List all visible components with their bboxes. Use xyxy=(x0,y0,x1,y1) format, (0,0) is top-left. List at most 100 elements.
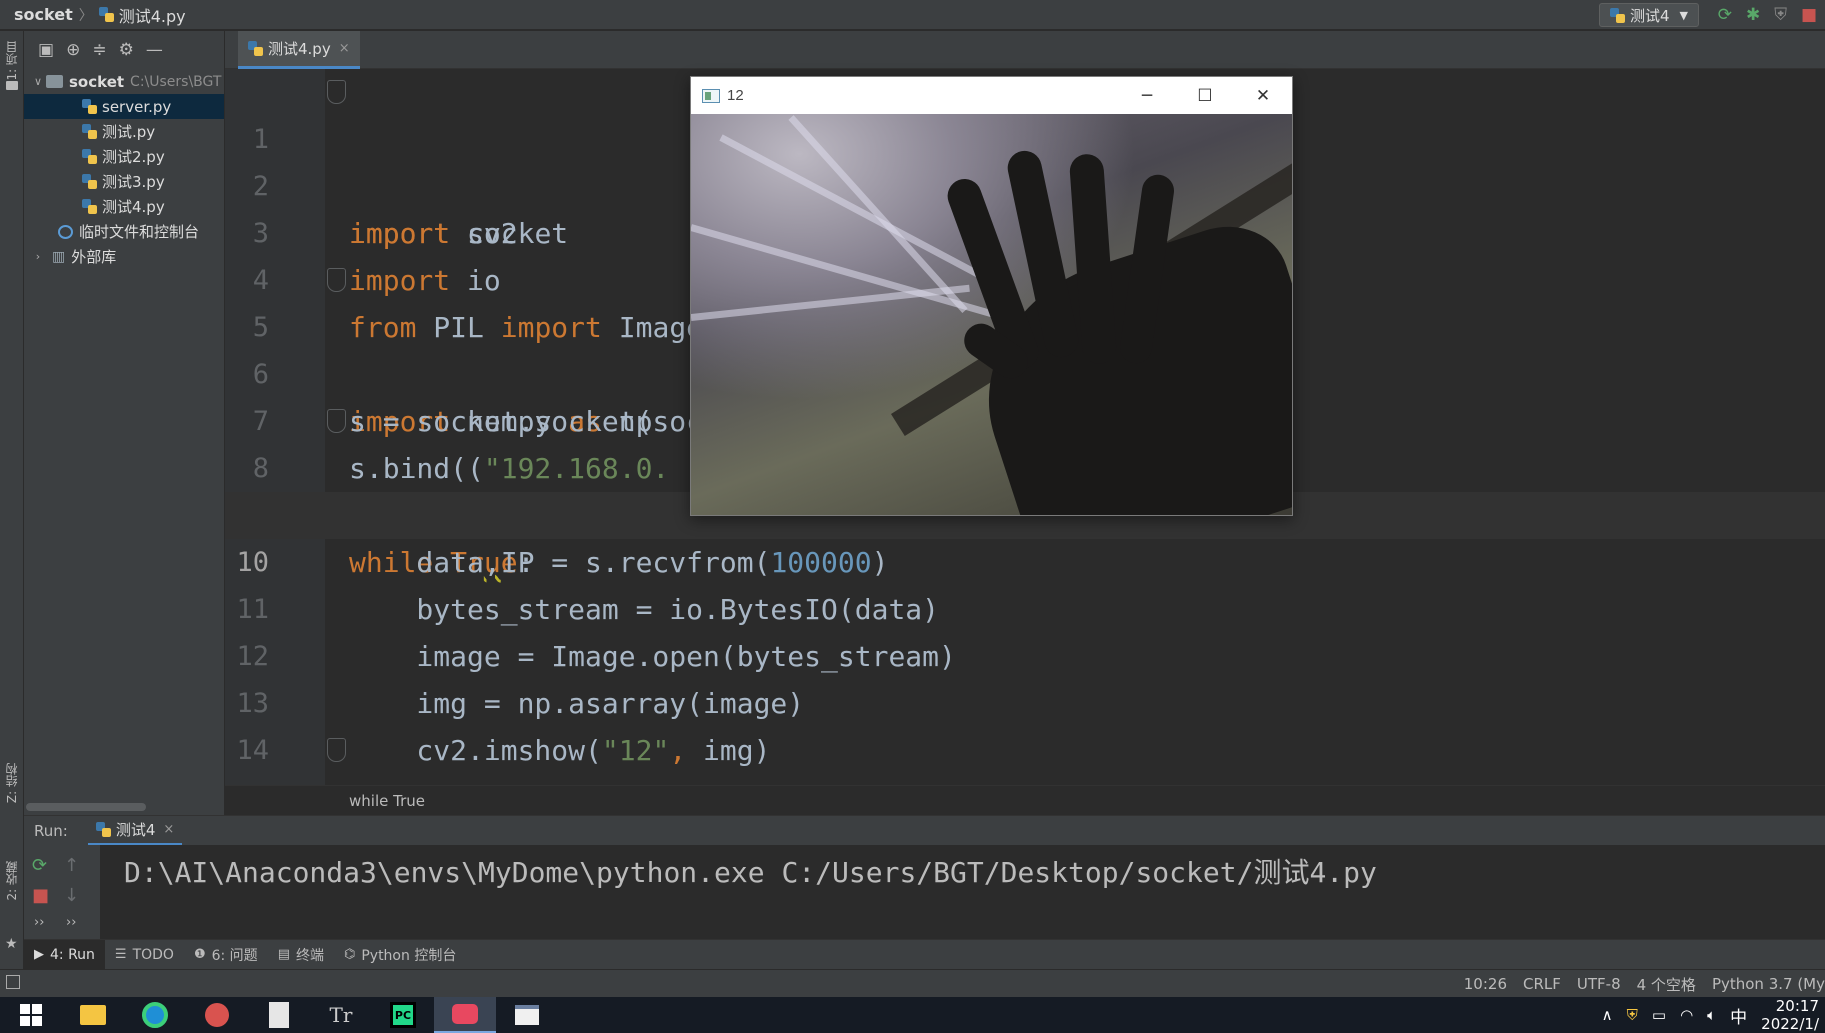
pycharm-icon: PC xyxy=(390,1002,416,1028)
battery-icon[interactable]: ▭ xyxy=(1652,1006,1666,1024)
tree-file-test2[interactable]: 测试2.py xyxy=(24,144,224,169)
tool-window-terminal[interactable]: ▤ 终端 xyxy=(268,940,334,970)
taskbar-opencv-window[interactable] xyxy=(496,997,558,1033)
info-icon: ❶ xyxy=(193,947,206,962)
run-panel-header: Run: 测试4 × xyxy=(24,815,1825,846)
taskbar-calculator[interactable] xyxy=(248,997,310,1033)
tool-window-label: 终端 xyxy=(295,947,324,964)
close-icon[interactable]: × xyxy=(163,822,174,837)
caret-position[interactable]: 10:26 xyxy=(1464,975,1507,993)
code-line: 14 if cv2.waitKey(1)==ord("q"): xyxy=(225,680,1825,785)
panel-toggle-icon[interactable] xyxy=(6,975,20,989)
fold-marker[interactable] xyxy=(327,738,346,762)
breadcrumb: socket 〉 测试4.py xyxy=(0,3,186,27)
line-separator[interactable]: CRLF xyxy=(1523,975,1561,993)
run-tab-label: 测试4 xyxy=(115,820,156,839)
tree-external-libraries[interactable]: › ▥ 外部库 xyxy=(24,244,224,269)
minimize-icon[interactable]: — xyxy=(146,40,163,60)
close-icon[interactable]: × xyxy=(339,41,350,56)
python-interpreter[interactable]: Python 3.7 (My xyxy=(1712,975,1825,993)
folder-icon xyxy=(6,81,18,90)
taskbar-typora[interactable]: Tr xyxy=(310,997,372,1033)
tree-file-label: 测试4.py xyxy=(102,198,165,216)
rerun-icon[interactable]: ⟳ xyxy=(32,855,47,876)
stop-icon[interactable]: ■ xyxy=(1801,5,1817,25)
opencv-window[interactable]: 12 ─ ☐ ✕ xyxy=(690,76,1293,516)
project-tool-button[interactable]: 1: 项目 xyxy=(3,41,20,81)
taskbar-edge[interactable] xyxy=(124,997,186,1033)
tree-root[interactable]: ∨ socket C:\Users\BGT xyxy=(24,69,224,94)
code-breadcrumb-item[interactable]: while True xyxy=(349,792,425,810)
tree-file-test[interactable]: 测试.py xyxy=(24,119,224,144)
indent-setting[interactable]: 4 个空格 xyxy=(1637,974,1696,995)
tree-file-test4[interactable]: 测试4.py xyxy=(24,194,224,219)
tab-label: 测试4.py xyxy=(268,40,331,58)
clock-date: 2022/1/ xyxy=(1761,1015,1819,1033)
taskbar-camera[interactable] xyxy=(434,997,496,1033)
python-file-icon xyxy=(82,174,97,189)
taskbar-app-tool[interactable] xyxy=(186,997,248,1033)
view-options-icon[interactable]: ▣ xyxy=(38,40,54,60)
fold-marker[interactable] xyxy=(327,268,346,292)
chevron-right-icon[interactable]: › xyxy=(30,250,46,263)
tool-window-label: TODO xyxy=(132,946,174,963)
tree-file-test3[interactable]: 测试3.py xyxy=(24,169,224,194)
more-icon[interactable]: ›› xyxy=(66,915,76,930)
tree-file-server[interactable]: server.py xyxy=(24,94,224,119)
stop-icon[interactable]: ■ xyxy=(32,885,49,906)
system-clock[interactable]: 20:17 2022/1/ xyxy=(1761,997,1819,1033)
breadcrumb-project[interactable]: socket xyxy=(14,5,73,24)
code-text: if cv2.waitKey(1)==ord("q"): xyxy=(349,774,888,785)
code-breadcrumb: while True xyxy=(225,785,1825,815)
console-output: D:\AI\Anaconda3\envs\MyDome\python.exe C… xyxy=(124,856,1377,889)
run-console[interactable]: ⟳ ↑ ■ ↓ ›› ›› D:\AI\Anaconda3\envs\MyDom… xyxy=(24,845,1825,939)
minimize-button[interactable]: ─ xyxy=(1118,77,1176,114)
project-toolbar: ▣ ⊕ ≑ ⚙ — xyxy=(24,31,224,69)
taskbar-pycharm[interactable]: PC xyxy=(372,997,434,1033)
more-icon[interactable]: ›› xyxy=(34,915,44,930)
taskbar-explorer[interactable] xyxy=(62,997,124,1033)
coverage-icon[interactable]: ⛨ xyxy=(1774,5,1787,25)
horizontal-scrollbar[interactable] xyxy=(26,803,146,811)
favorites-tool-button[interactable]: 2: 收藏 xyxy=(3,861,20,901)
tree-root-path: C:\Users\BGT xyxy=(130,73,222,90)
locate-file-icon[interactable]: ⊕ xyxy=(66,40,80,60)
run-configuration-label: 测试4 xyxy=(1629,6,1670,25)
tool-window-todo[interactable]: ☰ TODO xyxy=(105,940,184,970)
close-button[interactable]: ✕ xyxy=(1234,77,1292,114)
structure-tool-button[interactable]: Z: 结构 xyxy=(3,763,20,803)
fold-marker[interactable] xyxy=(327,80,346,104)
tree-scratches[interactable]: 临时文件和控制台 xyxy=(24,219,224,244)
volume-icon[interactable]: 🔈︎ xyxy=(1707,1006,1716,1024)
collapse-all-icon[interactable]: ≑ xyxy=(92,40,106,60)
debug-icon[interactable]: ✱ xyxy=(1746,5,1760,25)
breadcrumb-file[interactable]: 测试4.py xyxy=(119,3,186,27)
tool-window-run[interactable]: ▶ 4: Run xyxy=(24,939,105,970)
gear-icon[interactable]: ⚙ xyxy=(119,40,134,60)
windows-logo-icon xyxy=(20,1004,42,1026)
security-icon[interactable]: ⛨ xyxy=(1627,1006,1638,1024)
tool-window-python-console[interactable]: ⌬ Python 控制台 xyxy=(334,940,466,970)
python-file-icon xyxy=(82,149,97,164)
list-icon: ☰ xyxy=(114,947,127,962)
fold-marker[interactable] xyxy=(327,409,346,433)
tool-window-problems[interactable]: ❶ 6: 问题 xyxy=(184,940,268,970)
tab-test4[interactable]: 测试4.py × xyxy=(238,31,360,69)
wifi-icon[interactable]: ◠ xyxy=(1680,1006,1693,1024)
scratches-icon xyxy=(58,224,73,239)
down-arrow-icon[interactable]: ↓ xyxy=(64,885,79,906)
tree-external-libraries-label: 外部库 xyxy=(71,248,117,266)
typora-icon: Tr xyxy=(329,1003,353,1027)
up-arrow-icon[interactable]: ↑ xyxy=(64,855,79,876)
caret-down-icon: ▼ xyxy=(1679,8,1688,22)
python-file-icon xyxy=(82,199,97,214)
chevron-up-icon[interactable]: ∧ xyxy=(1602,1006,1613,1024)
ime-indicator[interactable]: 中 xyxy=(1730,1003,1747,1028)
run-configuration-selector[interactable]: 测试4 ▼ xyxy=(1598,3,1699,27)
start-button[interactable] xyxy=(0,997,62,1033)
file-encoding[interactable]: UTF-8 xyxy=(1577,975,1621,993)
maximize-button[interactable]: ☐ xyxy=(1176,77,1234,114)
rerun-icon[interactable]: ⟳ xyxy=(1718,5,1732,25)
run-tab-test4[interactable]: 测试4 × xyxy=(87,816,183,846)
chevron-down-icon[interactable]: ∨ xyxy=(30,75,46,88)
